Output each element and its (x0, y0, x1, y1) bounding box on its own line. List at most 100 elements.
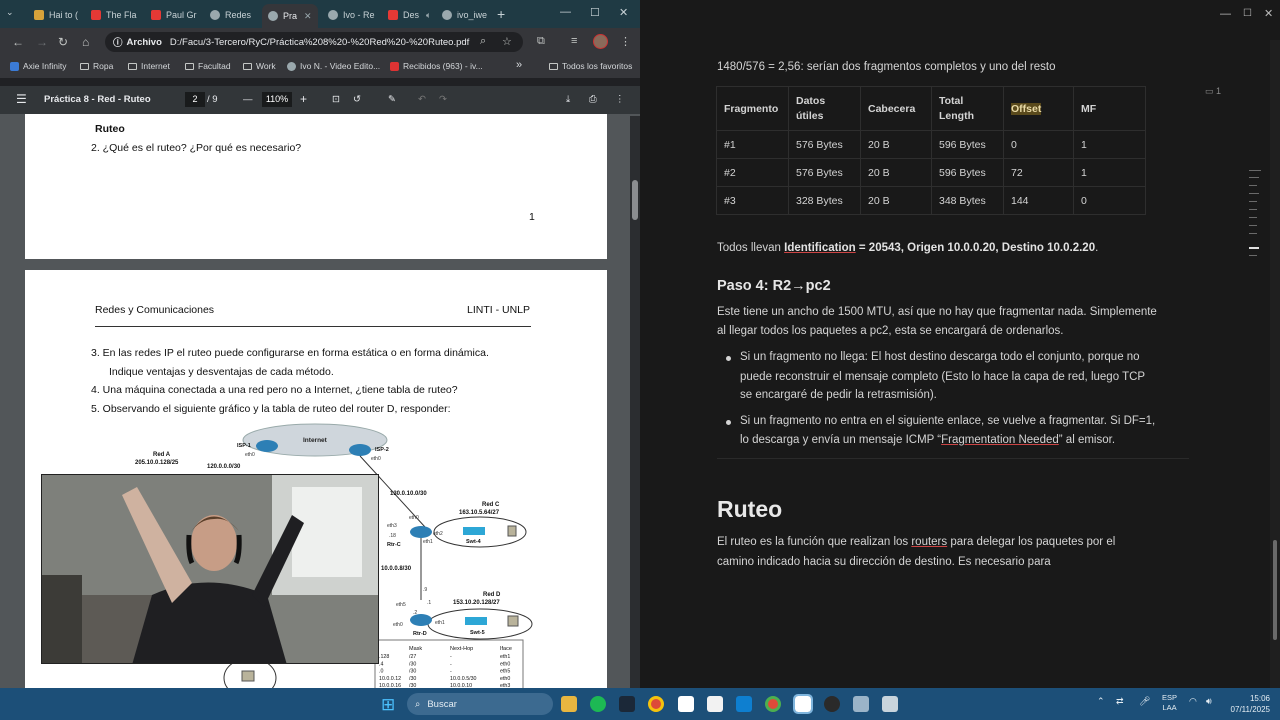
rotate-icon[interactable]: ↺ (353, 94, 361, 105)
extensions-icon[interactable]: ⧉ (537, 35, 545, 48)
taskbar-search[interactable]: ⌕ Buscar (407, 693, 553, 715)
ruteo-paragraph-line2[interactable]: camino indicado hacia su dirección de de… (717, 556, 1051, 568)
toc-tick[interactable] (1249, 185, 1257, 186)
volume-icon[interactable]: 🔊︎ (1206, 696, 1212, 707)
notion-icon-2[interactable] (707, 696, 723, 712)
bookmark-ropa[interactable]: Ropa (80, 61, 113, 71)
tab-7[interactable]: Des 🔈︎ (382, 4, 434, 26)
toc-tick[interactable] (1249, 255, 1257, 256)
forward-button[interactable]: → (36, 35, 48, 49)
taskbar-clock[interactable]: 15:06 07/11/2025 (1226, 693, 1270, 715)
print-icon[interactable]: ⎙ (589, 94, 597, 105)
steam-icon[interactable] (619, 696, 635, 712)
file-explorer-icon[interactable] (561, 696, 577, 712)
paso4-paragraph-line2: al llegar todos los paquetes a pc2, esta… (717, 325, 1064, 337)
media-icon[interactable]: ≡ (571, 35, 577, 47)
language-indicator[interactable]: ESP LAA (1162, 693, 1177, 713)
maximize-button[interactable]: ☐ (590, 6, 600, 19)
bookmark-ivo[interactable]: Ivo N. - Video Edito... (287, 61, 380, 71)
notes-page[interactable]: 1480/576 = 2,56: serían dos fragmentos c… (640, 0, 1280, 688)
pdf-scrollbar[interactable] (630, 116, 640, 688)
notion-icon-active[interactable] (793, 694, 813, 714)
sidebar-menu-icon[interactable]: ☰ (16, 92, 27, 106)
back-button[interactable]: ← (12, 35, 24, 49)
new-tab-button[interactable]: + (497, 6, 505, 22)
home-button[interactable]: ⌂ (82, 35, 89, 49)
bookmark-internet[interactable]: Internet (128, 61, 170, 71)
ip-suffix: .9 (423, 587, 427, 593)
minimize-button[interactable]: — (560, 6, 571, 18)
section-heading: Ruteo (95, 123, 125, 135)
redo-icon[interactable]: ↷ (439, 94, 447, 105)
tab-3[interactable]: Paul Gr (145, 4, 200, 26)
chrome-icon[interactable] (648, 696, 664, 712)
download-icon[interactable]: ⤓ (566, 94, 570, 105)
file-chip[interactable]: ⓘ Archivo (113, 35, 162, 50)
tab-search-icon[interactable]: ⌄ (6, 7, 14, 18)
speaker-icon[interactable]: 🔈︎ (426, 10, 431, 21)
toc-tick[interactable] (1249, 177, 1259, 178)
zoom-icon[interactable]: ⌕ (480, 35, 486, 48)
zoom-input[interactable]: 110% (262, 92, 292, 107)
toc-tick[interactable] (1249, 209, 1257, 210)
undo-icon[interactable]: ↶ (418, 94, 426, 105)
toc-tick[interactable] (1249, 233, 1257, 234)
page-number-input[interactable]: 2 (185, 92, 205, 107)
tab-5-active[interactable]: Pra ✕ (262, 4, 318, 28)
annotate-icon[interactable]: ✎ (388, 94, 396, 105)
chrome-icon-2[interactable] (765, 696, 781, 712)
vscode-icon[interactable] (736, 696, 752, 712)
bookmarks-overflow[interactable]: » (516, 59, 522, 71)
tab-4[interactable]: Redes (204, 4, 259, 26)
notes-scrollbar[interactable] (1270, 40, 1280, 688)
microphone-icon[interactable]: 🎤︎ (1139, 696, 1150, 707)
toc-tick[interactable] (1249, 170, 1261, 171)
zoom-out-button[interactable]: — (243, 94, 253, 105)
more-options-icon[interactable]: ⋮ (615, 94, 625, 105)
bookmark-work[interactable]: Work (243, 61, 276, 71)
maximize-button[interactable]: ☐ (1243, 8, 1252, 19)
calculator-icon[interactable] (882, 696, 898, 712)
close-tab-icon[interactable]: ✕ (304, 11, 312, 22)
routing-table-cell: /27 (409, 654, 416, 660)
close-window-button[interactable]: ✕ (619, 6, 628, 19)
bookmark-star-icon[interactable]: ☆ (502, 35, 512, 48)
tab-6[interactable]: Ivo - Re (322, 4, 380, 26)
scrollbar-thumb[interactable] (1273, 540, 1277, 640)
comment-indicator[interactable]: ▭ 1 (1205, 86, 1221, 97)
tab-8[interactable]: ivo_iwe (436, 4, 488, 26)
toc-tick[interactable] (1249, 217, 1257, 218)
zoom-in-button[interactable]: + (300, 92, 307, 106)
eth-label: eth1 (423, 539, 433, 545)
address-bar[interactable]: ⓘ Archivo D:/Facu/3-Tercero/RyC/Práctica%… (105, 32, 523, 52)
toc-tick-active[interactable] (1249, 247, 1259, 249)
obs-icon[interactable] (824, 696, 840, 712)
bookmark-all[interactable]: Todos los favoritos (549, 61, 632, 71)
spotify-icon[interactable] (590, 696, 606, 712)
tab-2[interactable]: The Fla (85, 4, 140, 26)
settings-icon[interactable] (853, 696, 869, 712)
bookmark-gmail[interactable]: Recibidos (963) - iv... (390, 61, 483, 71)
profile-avatar[interactable] (593, 34, 608, 49)
toc-tick[interactable] (1249, 225, 1257, 226)
bookmark-axie[interactable]: Axie Infinity (10, 61, 66, 71)
tab-1[interactable]: Hai to ( (28, 4, 78, 26)
bookmark-facultad[interactable]: Facultad (185, 61, 231, 71)
reload-button[interactable]: ↻ (58, 35, 68, 49)
scrollbar-thumb[interactable] (632, 180, 638, 220)
notion-icon[interactable] (678, 696, 694, 712)
red-a-net: 205.10.0.128/25 (135, 460, 179, 466)
fit-page-icon[interactable]: ⊡ (332, 94, 340, 105)
menu-icon[interactable]: ⋮ (620, 35, 631, 48)
network-icon[interactable]: ⇄ (1116, 696, 1124, 707)
eth-label: eth3 (387, 523, 397, 529)
toc-tick[interactable] (1249, 201, 1257, 202)
tray-overflow-icon[interactable]: ⌃ (1097, 696, 1105, 707)
close-window-button[interactable]: ✕ (1264, 7, 1273, 20)
minimize-button[interactable]: — (1220, 8, 1231, 20)
windows-start-icon[interactable]: ⊞ (381, 695, 395, 715)
routing-table-cell: eth1 (500, 654, 510, 660)
browser-window: ⌄ Hai to ( The Fla Paul Gr Redes Pra ✕ Iv… (0, 0, 640, 688)
toc-tick[interactable] (1249, 193, 1259, 194)
wifi-icon[interactable]: ◠ (1189, 696, 1197, 707)
